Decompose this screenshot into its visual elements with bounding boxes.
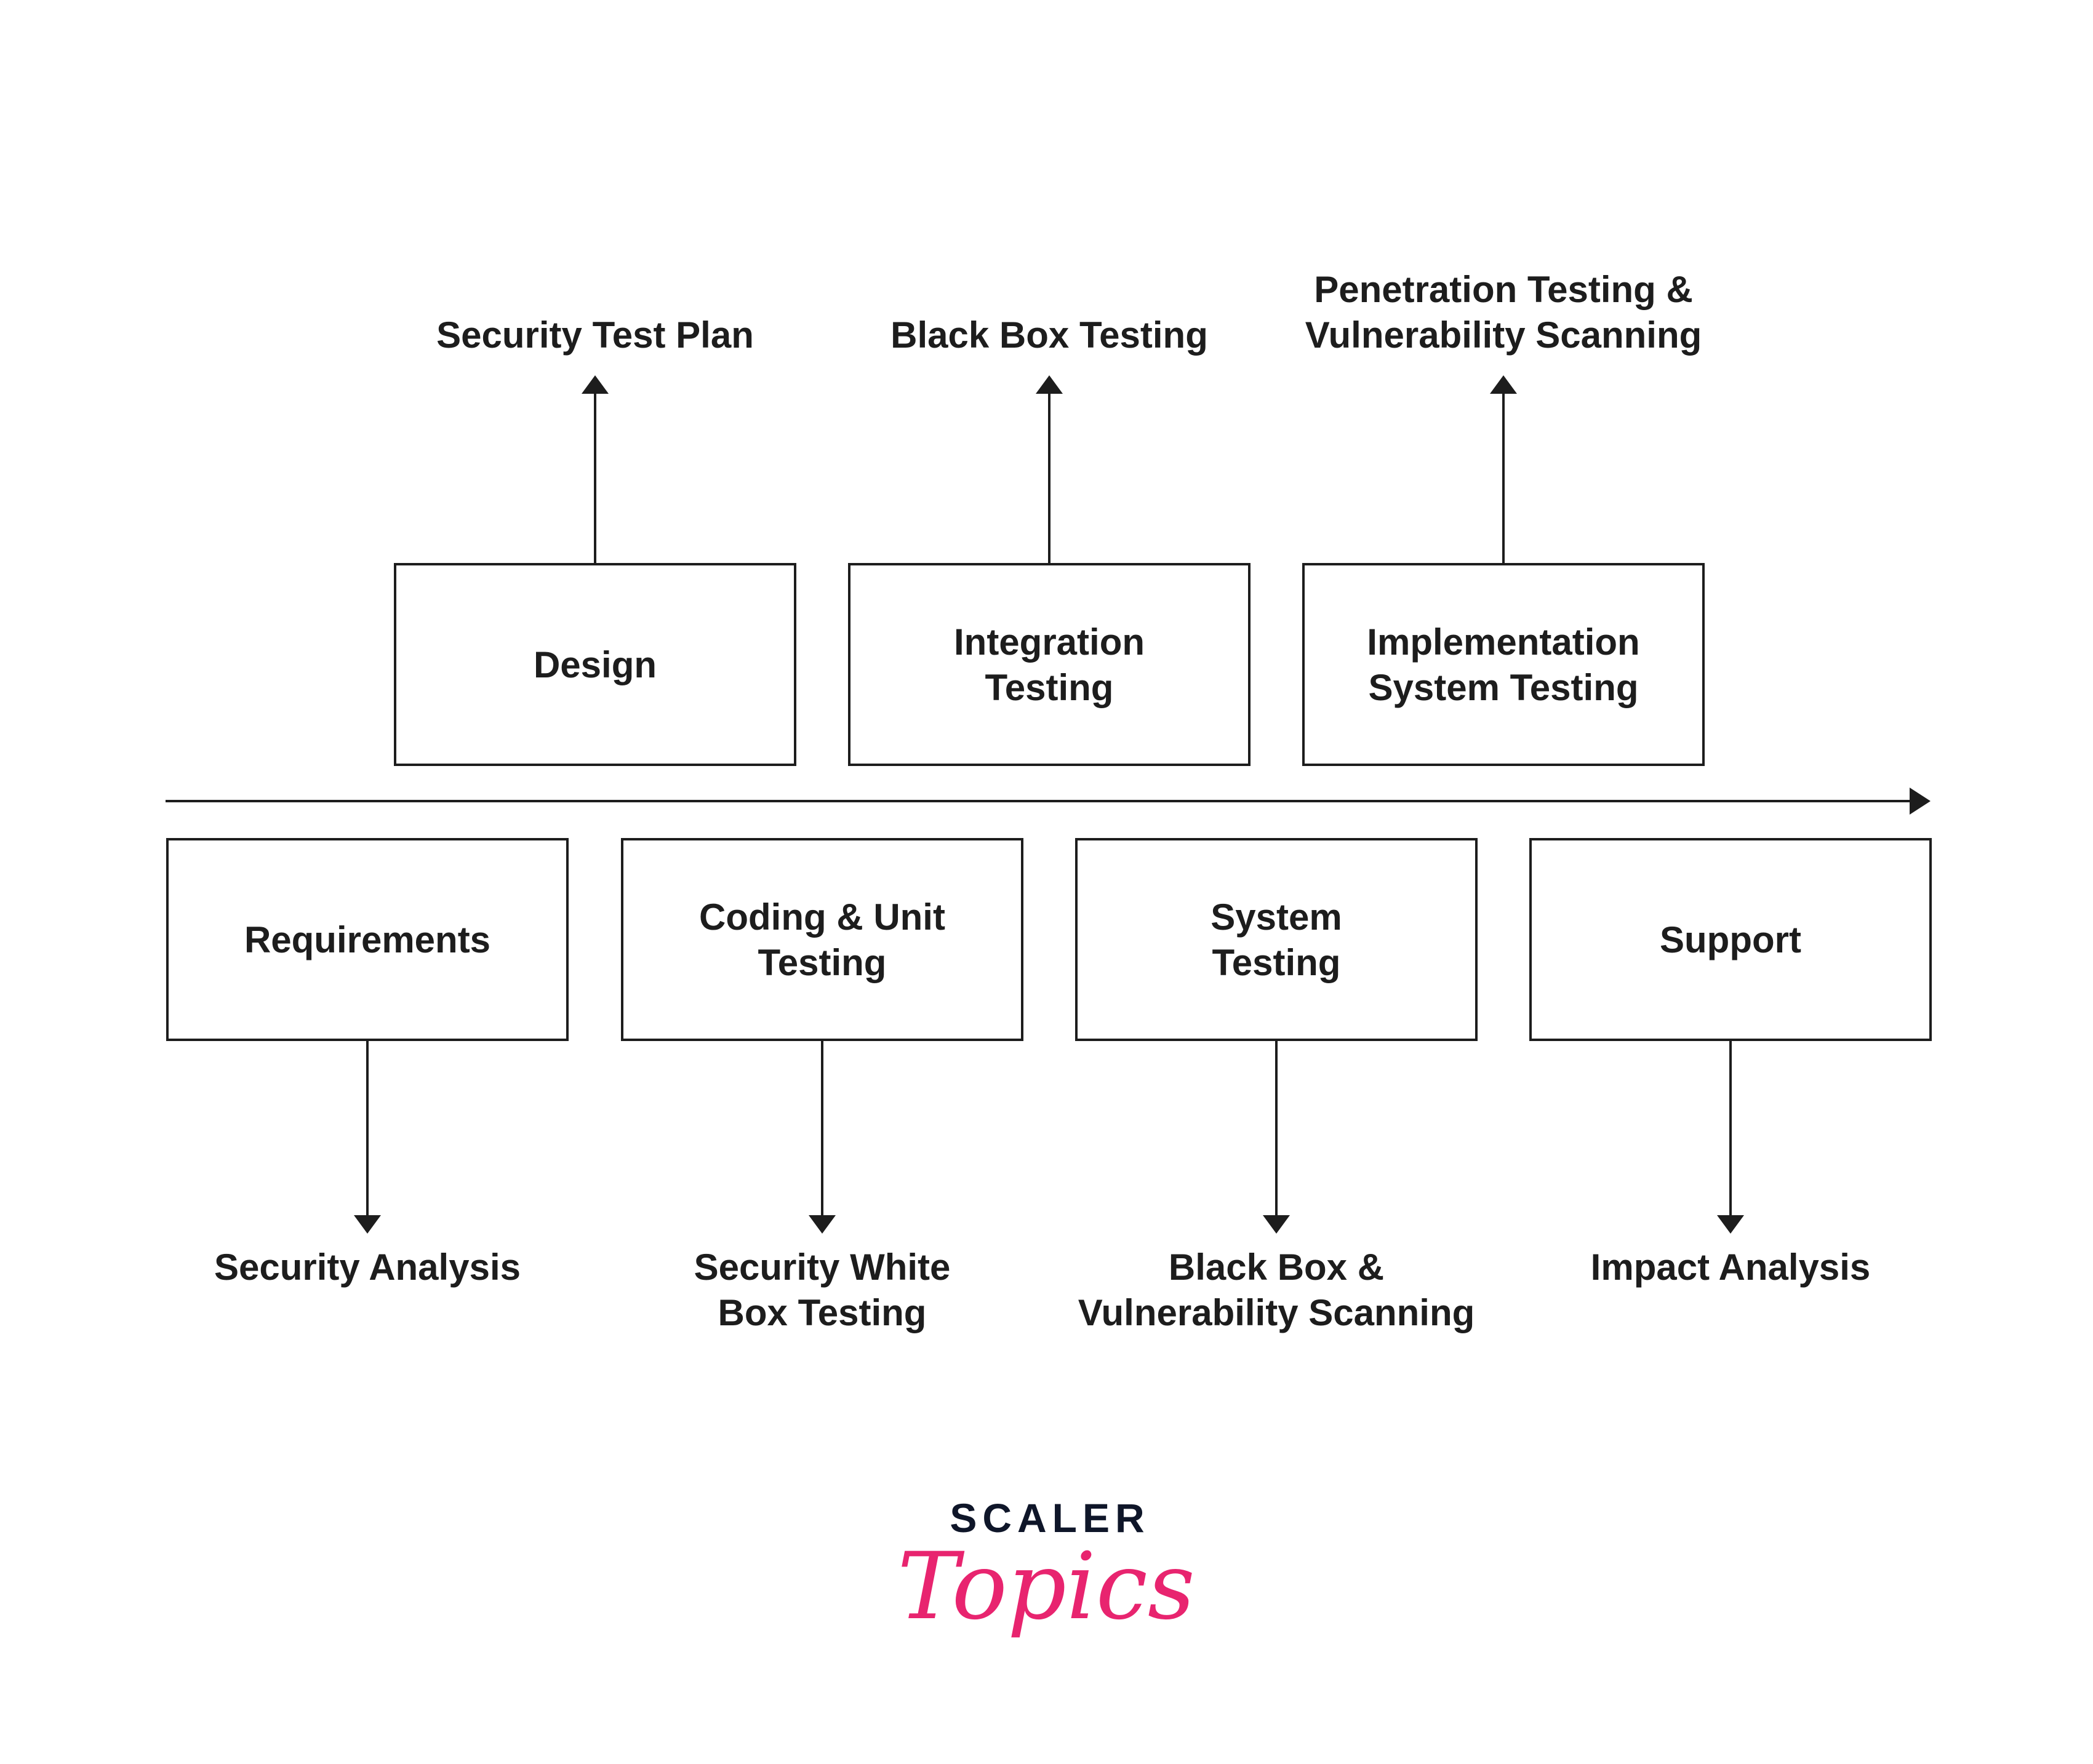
arrow-down-icon — [354, 1215, 381, 1234]
timeline-arrowhead-icon — [1910, 788, 1931, 815]
activity-label-line: Security White — [694, 1247, 951, 1288]
phase-label-line: System — [1211, 896, 1342, 938]
activity-label-line: Penetration Testing & — [1314, 269, 1693, 310]
logo-topics-text: Topics — [897, 1533, 1195, 1640]
phase-box — [848, 563, 1251, 766]
phase-label-line: Testing — [758, 942, 887, 983]
sdlc-security-diagram: DesignSecurity Test PlanIntegrationTesti… — [166, 269, 1932, 1640]
phase-label-line: Integration — [954, 621, 1145, 663]
activity-label-line: Black Box Testing — [890, 314, 1208, 356]
phase-implementation-system-testing: ImplementationSystem Testing Penetration … — [1302, 269, 1705, 766]
timeline-axis — [166, 788, 1931, 815]
activity-label-line: Impact Analysis — [1591, 1247, 1871, 1288]
phase-label-line: Support — [1660, 919, 1801, 960]
phase-design: Design Security Test Plan — [394, 314, 796, 766]
phase-requirements: Requirements Security Analysis — [166, 838, 569, 1288]
phase-box — [1302, 563, 1705, 766]
activity-label-line: Vulnerability Scanning — [1078, 1292, 1475, 1333]
phase-label-line: Testing — [985, 667, 1114, 708]
phase-box — [621, 838, 1023, 1041]
activity-label-line: Vulnerability Scanning — [1305, 314, 1702, 356]
arrow-down-icon — [809, 1215, 836, 1234]
phase-label-line: Coding & Unit — [699, 896, 945, 938]
phase-label-line: Requirements — [244, 919, 490, 960]
phase-system-testing: SystemTesting Black Box &Vulnerability Sc… — [1075, 838, 1478, 1333]
activity-label-line: Black Box & — [1169, 1247, 1384, 1288]
arrow-down-icon — [1717, 1215, 1744, 1234]
phase-support: Support Impact Analysis — [1529, 838, 1932, 1288]
scaler-topics-logo: SCALER Topics — [897, 1495, 1195, 1640]
phase-label-line: System Testing — [1368, 667, 1638, 708]
arrow-up-icon — [1036, 375, 1063, 394]
phase-coding-and-unit-testing: Coding & UnitTesting Security WhiteBox Te… — [621, 838, 1023, 1333]
phase-label-line: Design — [534, 644, 657, 685]
arrow-up-icon — [1490, 375, 1517, 394]
arrow-down-icon — [1263, 1215, 1290, 1234]
arrow-up-icon — [582, 375, 609, 394]
activity-label-line: Security Test Plan — [436, 314, 754, 356]
bottom-phase-row: Requirements Security Analysis Coding & Un… — [166, 838, 1932, 1333]
phase-label-line: Implementation — [1367, 621, 1639, 663]
phase-integration-testing: IntegrationTesting Black Box Testing — [848, 314, 1251, 766]
activity-label-line: Box Testing — [718, 1292, 927, 1333]
phase-label-line: Testing — [1212, 942, 1341, 983]
top-phase-row: Design Security Test Plan IntegrationTesti… — [394, 269, 1705, 766]
activity-label-line: Security Analysis — [214, 1247, 521, 1288]
phase-box — [1075, 838, 1478, 1041]
